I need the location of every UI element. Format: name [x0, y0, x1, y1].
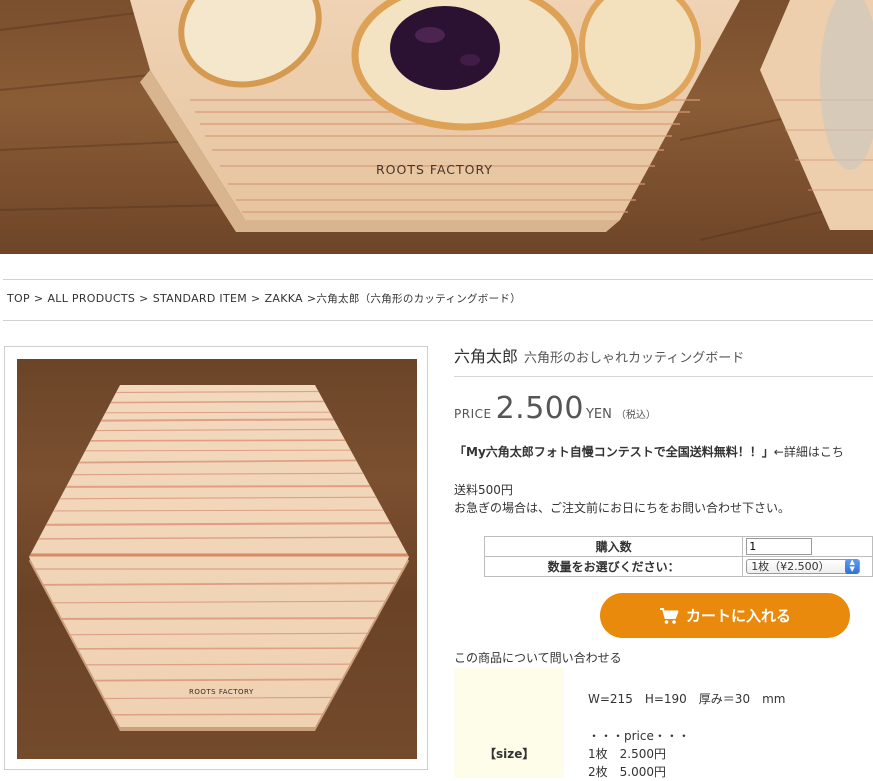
quantity-input[interactable] [746, 538, 813, 555]
hero-photo-graphic [0, 0, 873, 241]
order-form-table: 購入数 数量をお選びください： 1枚（¥2.500） ▲▼ [483, 536, 873, 577]
price-currency: YEN [585, 407, 612, 422]
qty-cell [742, 536, 873, 557]
product-subtitle: 六角形のおしゃれカッティングボード [524, 351, 745, 366]
shipping-info: 送料500円 お急ぎの場合は、ご注文前にお日にちをお問い合わせ下さい。 [454, 481, 790, 517]
contest-notice[interactable]: 「My六角太郎フォト自慢コンテストで全国送料無料！！」←詳細はこち [454, 443, 844, 460]
breadcrumb-separator: > [251, 292, 261, 305]
qty-label: 購入数 [483, 536, 744, 557]
spec-price-row: 1枚 2.500円 [588, 747, 666, 761]
price-tax-note: （税込） [615, 410, 656, 421]
breadcrumb-rule-top [3, 279, 873, 280]
product-name: 六角太郎 [454, 347, 519, 366]
quantity-select[interactable]: 1枚（¥2.500） ▲ ▼ [746, 559, 861, 574]
quantity-select-value: 1枚（¥2.500） [751, 560, 830, 573]
contest-notice-title: 「My六角太郎フォト自慢コンテストで全国送料無料！！」 [454, 445, 774, 459]
breadcrumb-all-products[interactable]: ALL PRODUCTS [47, 292, 135, 305]
select-label: 数量をお選びください： [483, 556, 744, 577]
price-row: PRICE 2.500 YEN （税込） [454, 391, 656, 426]
product-board-brand: ROOTS FACTORY [189, 688, 254, 696]
breadcrumb-separator: > [139, 292, 149, 305]
price-value: 2.500 [495, 391, 584, 426]
product-inquiry-link[interactable]: この商品について問い合わせる [454, 649, 622, 666]
breadcrumb-separator: > [33, 292, 44, 305]
select-cell: 1枚（¥2.500） ▲ ▼ [742, 556, 873, 577]
product-image-frame[interactable]: ROOTS FACTORY [4, 346, 428, 770]
spec-label-cell: 【size】 [454, 668, 564, 778]
select-arrows-icon: ▲ ▼ [845, 559, 860, 574]
breadcrumb-separator: > [306, 292, 317, 305]
spec-details: W=215 H=190 厚み＝30 mm ・・・price・・・ 1枚 2.50… [588, 690, 785, 781]
spec-size: W=215 H=190 厚み＝30 mm [588, 692, 786, 706]
product-image: ROOTS FACTORY [17, 359, 417, 759]
breadcrumb-zakka[interactable]: ZAKKA [265, 292, 303, 305]
breadcrumb-current: 六角太郎（六角形のカッティングボード） [316, 293, 521, 305]
hero-banner-image: ROOTS FACTORY [0, 0, 873, 254]
price-label: PRICE [454, 407, 492, 421]
shipping-fee: 送料500円 [454, 483, 513, 497]
breadcrumb-rule-bottom [3, 320, 873, 321]
breadcrumb-top[interactable]: TOP [7, 292, 30, 305]
add-to-cart-label: カートに入れる [685, 607, 791, 625]
product-title: 六角太郎 六角形のおしゃれカッティングボード [454, 343, 744, 367]
add-to-cart-button[interactable]: カートに入れる [600, 593, 850, 638]
hero-board-brand: ROOTS FACTORY [376, 162, 494, 177]
shipping-note: お急ぎの場合は、ご注文前にお日にちをお問い合わせ下さい。 [454, 501, 791, 515]
product-board-graphic [29, 385, 409, 731]
spec-price-row: 2枚 5.000円 [588, 765, 666, 779]
cart-icon [659, 607, 679, 624]
breadcrumb-standard-item[interactable]: STANDARD ITEM [153, 292, 247, 305]
spec-label: 【size】 [484, 747, 535, 761]
title-divider [454, 376, 873, 377]
spec-price-heading: ・・・price・・・ [588, 729, 690, 743]
breadcrumb: TOP > ALL PRODUCTS > STANDARD ITEM > ZAKKA >六角太… [7, 291, 521, 306]
contest-notice-link[interactable]: ←詳細はこち [774, 445, 844, 459]
